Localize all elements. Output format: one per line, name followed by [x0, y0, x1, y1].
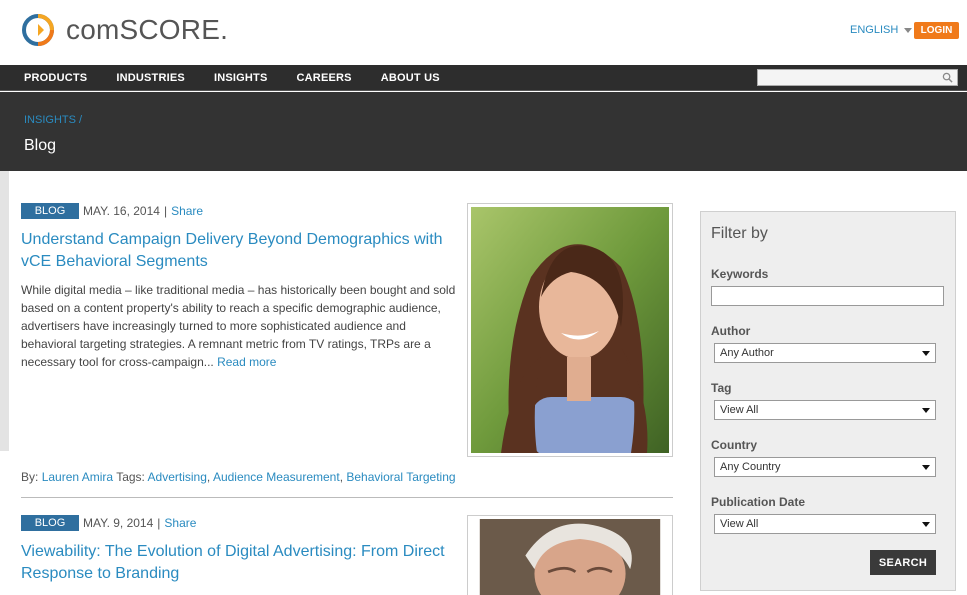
category-badge[interactable]: BLOG	[21, 203, 79, 219]
share-link[interactable]: Share	[171, 204, 203, 218]
caret-down-icon	[904, 27, 913, 33]
page-banner: INSIGHTS / Blog	[0, 92, 967, 171]
nav-item-industries[interactable]: INDUSTRIES	[116, 72, 185, 84]
country-select-value: Any Country	[720, 461, 781, 473]
meta-separator: |	[163, 204, 168, 218]
chevron-down-icon	[922, 522, 930, 527]
publication-date-value: View All	[720, 518, 759, 530]
tag-label: Tag	[711, 381, 732, 395]
post-title[interactable]: Understand Campaign Delivery Beyond Demo…	[21, 229, 466, 273]
tag-select[interactable]: View All	[714, 400, 936, 420]
keywords-label: Keywords	[711, 267, 769, 281]
keywords-input[interactable]	[711, 286, 944, 306]
by-label: By:	[21, 470, 39, 484]
post-date: MAY. 16, 2014	[83, 204, 160, 218]
share-link[interactable]: Share	[164, 516, 196, 530]
nav-item-insights[interactable]: INSIGHTS	[214, 72, 268, 84]
tag-link[interactable]: Behavioral Targeting	[346, 470, 455, 484]
language-selector[interactable]: ENGLISH	[850, 24, 913, 36]
login-button[interactable]: LOGIN	[914, 22, 959, 39]
country-label: Country	[711, 438, 757, 452]
comscore-logo-icon	[22, 14, 54, 46]
left-edge-bar	[0, 171, 9, 451]
main-nav: PRODUCTS INDUSTRIES INSIGHTS CAREERS ABO…	[0, 65, 967, 91]
post-meta: BLOG MAY. 16, 2014 | Share	[21, 203, 203, 219]
publication-date-select[interactable]: View All	[714, 514, 936, 534]
tag-comma: ,	[339, 470, 344, 484]
nav-item-careers[interactable]: CAREERS	[297, 72, 352, 84]
filter-title: Filter by	[711, 225, 768, 242]
nav-item-about-us[interactable]: ABOUT US	[381, 72, 440, 84]
post-thumbnail[interactable]	[467, 515, 673, 595]
post-meta: BLOG MAY. 9, 2014 | Share	[21, 515, 196, 531]
chevron-down-icon	[922, 351, 930, 356]
post-title[interactable]: Viewability: The Evolution of Digital Ad…	[21, 541, 466, 585]
chevron-down-icon	[922, 408, 930, 413]
filter-panel: Filter by Keywords Author Any Author Tag…	[700, 211, 956, 591]
chevron-down-icon	[922, 465, 930, 470]
site-header: comSCORE. ENGLISH LOGIN	[0, 0, 967, 65]
author-select[interactable]: Any Author	[714, 343, 936, 363]
tags-label: Tags:	[116, 470, 145, 484]
tag-comma: ,	[206, 470, 211, 484]
meta-separator: |	[157, 516, 161, 530]
search-icon[interactable]	[942, 72, 953, 83]
country-select[interactable]: Any Country	[714, 457, 936, 477]
tag-link[interactable]: Advertising	[148, 470, 207, 484]
post-thumbnail[interactable]	[467, 203, 673, 457]
author-photo-image	[471, 207, 669, 453]
filter-search-button[interactable]: SEARCH	[870, 550, 936, 575]
post-byline: By: Lauren Amira Tags: Advertising, Audi…	[21, 470, 456, 484]
comscore-logo[interactable]: comSCORE.	[22, 14, 228, 46]
category-badge[interactable]: BLOG	[21, 515, 79, 531]
site-search-input[interactable]	[757, 69, 958, 86]
nav-item-products[interactable]: PRODUCTS	[24, 72, 87, 84]
language-label: ENGLISH	[850, 24, 899, 36]
author-photo-image	[479, 519, 661, 595]
post-date: MAY. 9, 2014	[83, 516, 154, 530]
tag-select-value: View All	[720, 404, 759, 416]
author-select-value: Any Author	[720, 347, 774, 359]
post-excerpt: While digital media – like traditional m…	[21, 281, 461, 371]
tag-link[interactable]: Audience Measurement	[213, 470, 340, 484]
breadcrumb[interactable]: INSIGHTS /	[24, 114, 82, 126]
brand-name: comSCORE.	[66, 14, 229, 45]
author-label: Author	[711, 324, 751, 338]
author-link[interactable]: Lauren Amira	[42, 470, 113, 484]
page-title: Blog	[24, 137, 57, 154]
publication-date-label: Publication Date	[711, 495, 806, 509]
read-more-link[interactable]: Read more	[217, 355, 276, 369]
post-divider	[21, 497, 673, 498]
